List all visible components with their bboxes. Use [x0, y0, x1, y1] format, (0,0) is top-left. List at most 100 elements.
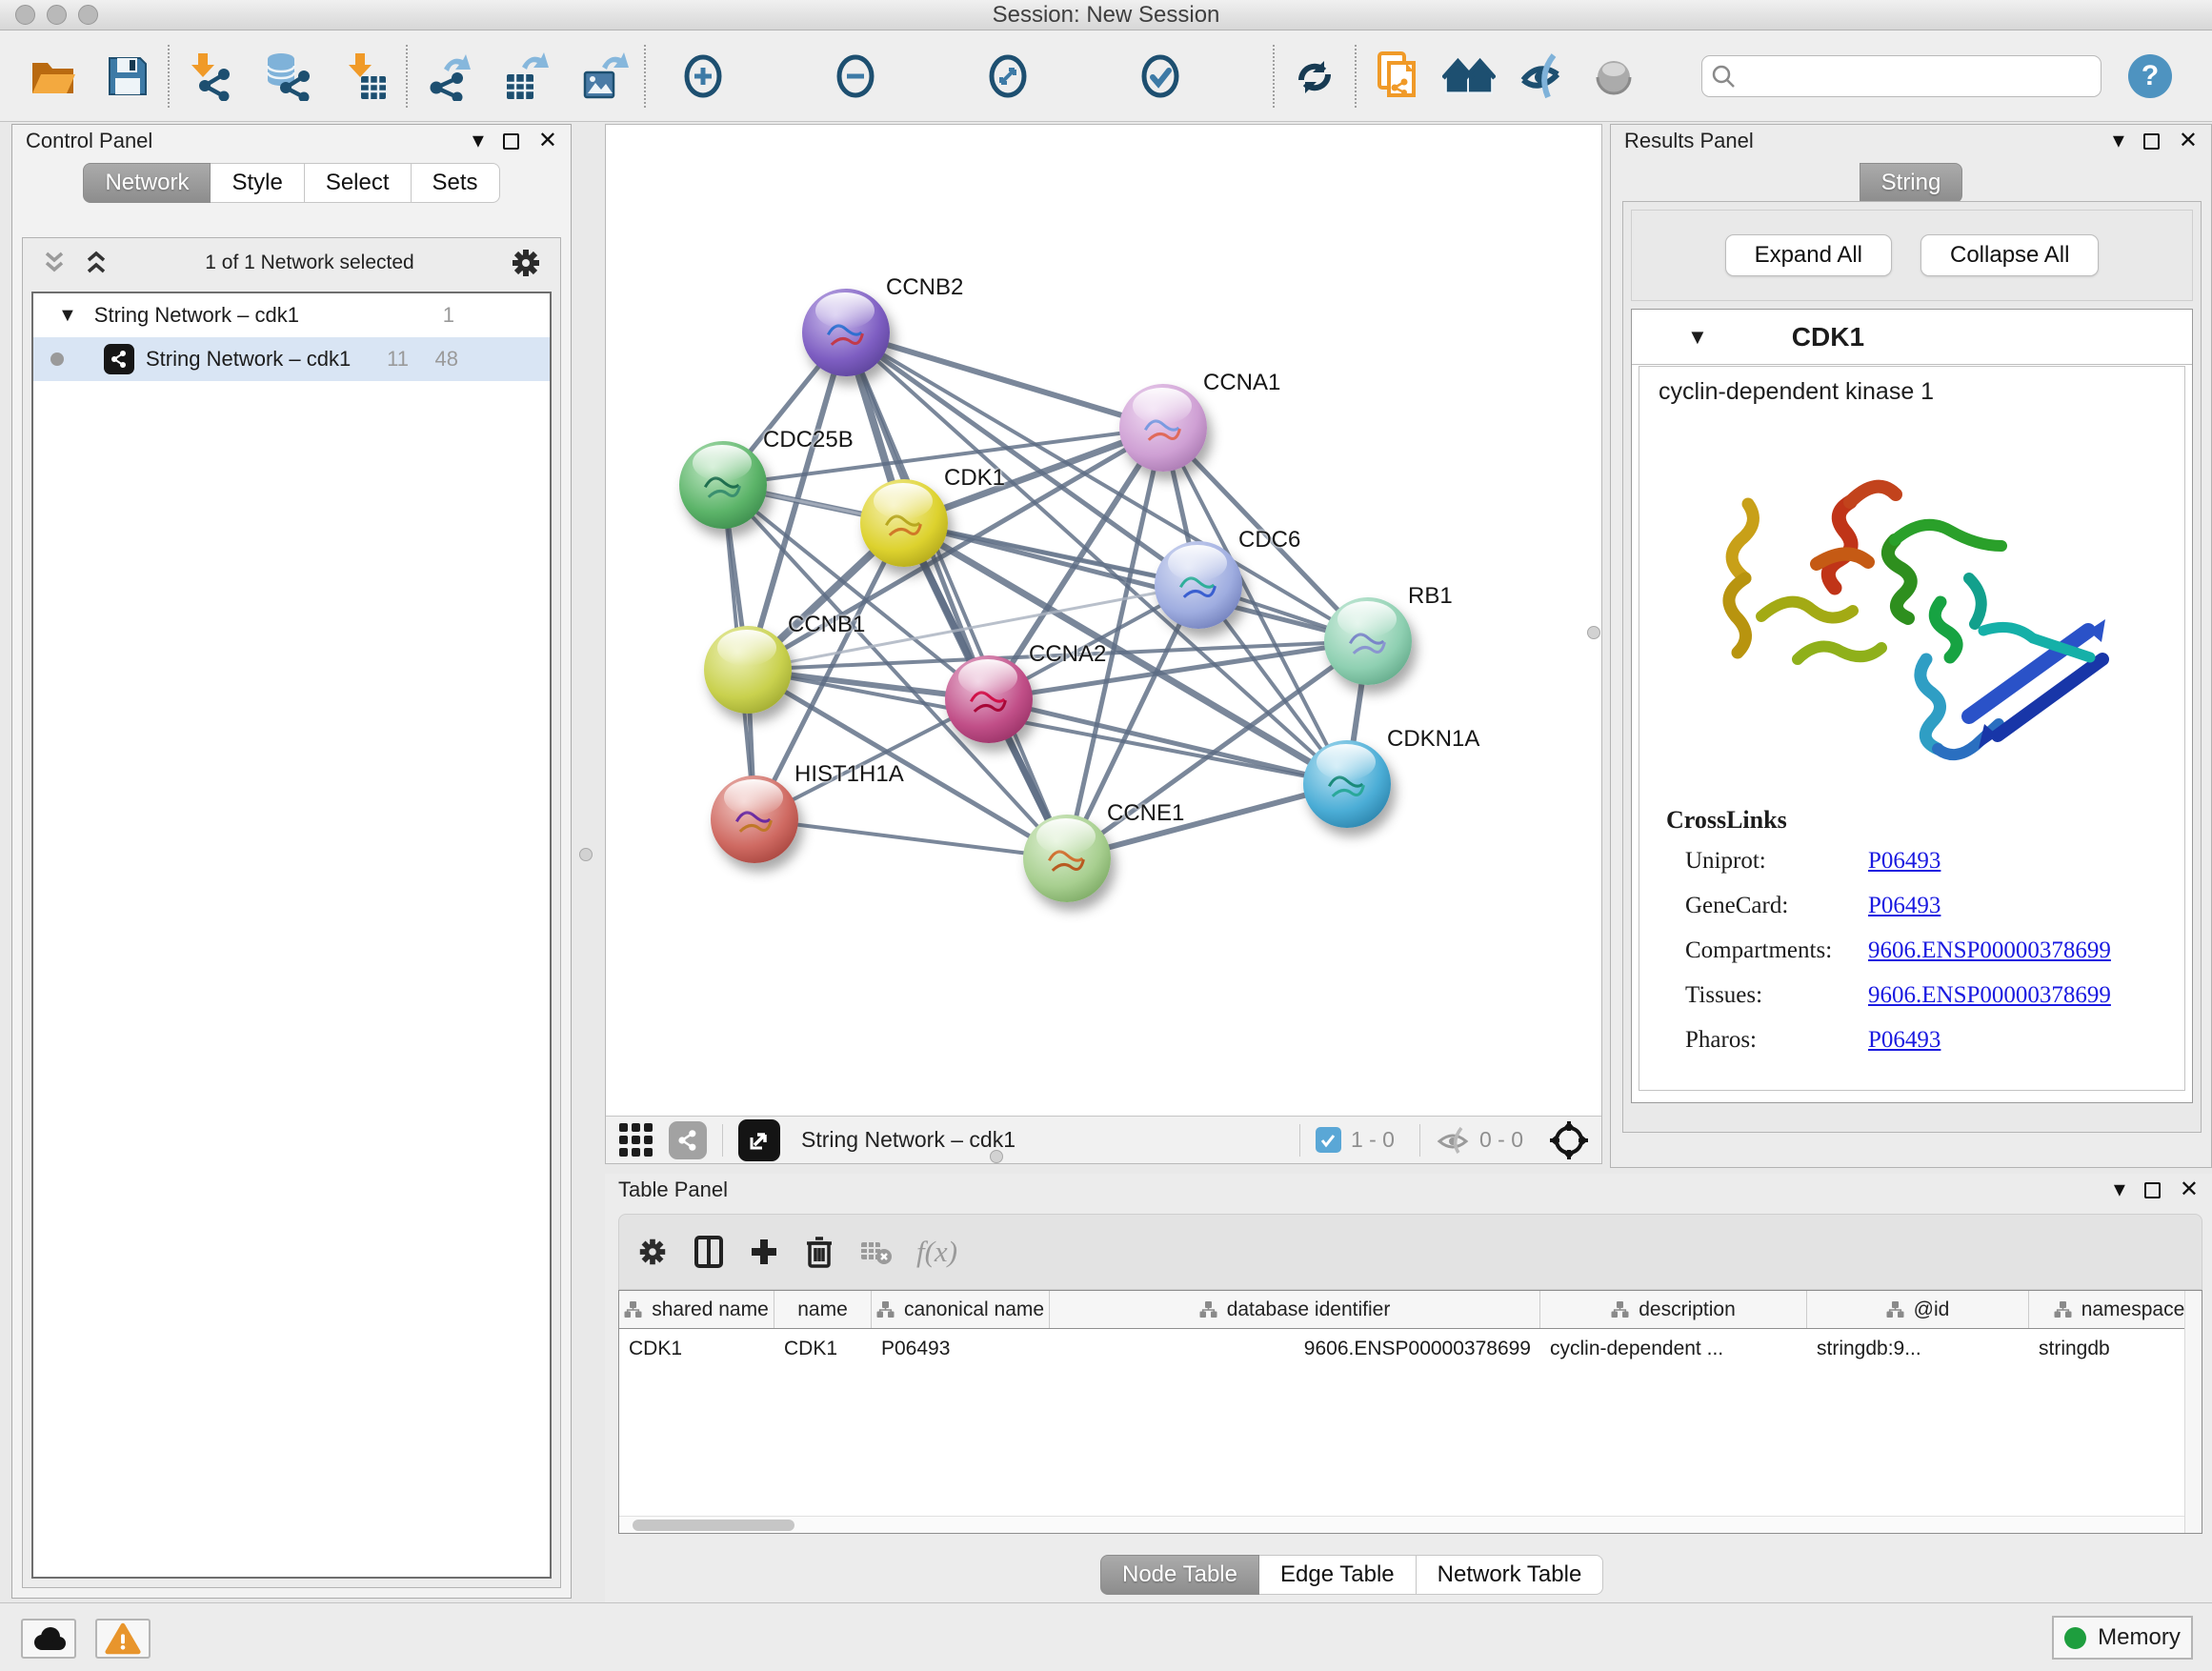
float-panel-icon[interactable] — [503, 133, 519, 150]
hidden-eye-icon[interactable] — [1436, 1126, 1470, 1155]
network-collection-row[interactable]: ▼ String Network – cdk1 1 — [33, 293, 550, 337]
hide-selected-button[interactable] — [1515, 46, 1568, 107]
column-header-shared-name[interactable]: shared name — [619, 1291, 774, 1328]
help-button[interactable]: ? — [2128, 54, 2172, 98]
show-all-nodes-button[interactable] — [1442, 46, 1496, 107]
float-panel-icon[interactable] — [2144, 1182, 2161, 1198]
network-node-CCNE1[interactable] — [1023, 815, 1111, 902]
node-label-CCNA1: CCNA1 — [1203, 370, 1280, 396]
show-hidden-button[interactable] — [1587, 46, 1640, 107]
table-horizontal-scrollbar[interactable] — [619, 1516, 2184, 1533]
network-node-CCNA2[interactable] — [945, 655, 1033, 743]
close-panel-icon[interactable]: ✕ — [2180, 1178, 2199, 1201]
network-edge[interactable] — [754, 819, 1067, 858]
open-session-button[interactable] — [27, 46, 80, 107]
crosslink-link[interactable]: P06493 — [1868, 893, 1941, 919]
collapse-all-button[interactable]: Collapse All — [1920, 234, 2099, 276]
collapse-icon[interactable]: ▼ — [58, 305, 77, 327]
network-node-CDC25B[interactable] — [679, 441, 767, 529]
crosshair-icon[interactable] — [1548, 1119, 1590, 1161]
scrollbar-thumb[interactable] — [633, 1520, 794, 1531]
network-node-RB1[interactable] — [1324, 597, 1412, 685]
column-header-name[interactable]: name — [774, 1291, 872, 1328]
node-label-CCNB1: CCNB1 — [788, 612, 865, 638]
column-header--id[interactable]: @id — [1807, 1291, 2029, 1328]
import-network-from-database-button[interactable] — [261, 46, 314, 107]
table-vertical-scrollbar[interactable] — [2184, 1291, 2202, 1533]
collapse-icon[interactable]: ▼ — [1687, 325, 1708, 350]
collapse-all-icon[interactable] — [40, 249, 69, 277]
network-row[interactable]: String Network – cdk1 11 48 — [33, 337, 550, 381]
tab-sets[interactable]: Sets — [412, 163, 500, 203]
zoom-selected-button[interactable] — [1134, 46, 1187, 107]
zoom-out-button[interactable] — [829, 46, 882, 107]
selected-checkbox-icon[interactable] — [1316, 1127, 1341, 1153]
crosslink-link[interactable]: P06493 — [1868, 848, 1941, 875]
zoom-fit-button[interactable] — [981, 46, 1035, 107]
import-network-file-button[interactable] — [183, 46, 236, 107]
search-input[interactable] — [1701, 55, 2101, 97]
network-node-CCNB1[interactable] — [704, 626, 792, 714]
expand-all-icon[interactable] — [82, 249, 111, 277]
apply-layout-button[interactable] — [1288, 46, 1341, 107]
network-view-icon[interactable] — [669, 1121, 707, 1159]
float-panel-icon[interactable] — [2143, 133, 2160, 150]
memory-button[interactable]: Memory — [2052, 1616, 2193, 1660]
function-builder-icon[interactable]: f(x) — [916, 1235, 957, 1269]
column-header-canonical-name[interactable]: canonical name — [872, 1291, 1050, 1328]
delete-column-icon[interactable] — [804, 1235, 835, 1269]
tab-style[interactable]: Style — [211, 163, 304, 203]
crosslink-link[interactable]: 9606.ENSP00000378699 — [1868, 937, 2111, 964]
search-icon — [1711, 64, 1736, 89]
birds-eye-view-toggle[interactable] — [738, 1119, 780, 1161]
tab-network-table[interactable]: Network Table — [1417, 1555, 1604, 1595]
add-column-icon[interactable] — [749, 1237, 779, 1267]
save-session-button[interactable] — [101, 46, 154, 107]
export-image-button[interactable] — [577, 46, 631, 107]
entry-header[interactable]: ▼ CDK1 — [1632, 310, 2192, 365]
right-splitter-handle[interactable] — [1587, 626, 1600, 639]
tab-edge-table[interactable]: Edge Table — [1259, 1555, 1417, 1595]
gear-icon[interactable] — [509, 246, 543, 280]
tab-string[interactable]: String — [1860, 163, 1963, 203]
expand-all-button[interactable]: Expand All — [1725, 234, 1892, 276]
panel-menu-icon[interactable]: ▾ — [473, 130, 484, 152]
column-header-database-identifier[interactable]: database identifier — [1050, 1291, 1540, 1328]
table-row[interactable]: CDK1CDK1P064939606.ENSP00000378699cyclin… — [619, 1329, 2202, 1369]
bottom-splitter-handle[interactable] — [990, 1150, 1003, 1163]
copy-style-button[interactable] — [1370, 46, 1423, 107]
network-canvas[interactable]: CCNB2 CCNA1 CDC25B CDK1 — [606, 125, 1601, 1117]
grid-view-icon[interactable] — [617, 1121, 655, 1159]
network-node-CCNA1[interactable] — [1119, 384, 1207, 472]
tab-select[interactable]: Select — [305, 163, 412, 203]
close-panel-icon[interactable]: ✕ — [538, 130, 557, 152]
crosslink-link[interactable]: 9606.ENSP00000378699 — [1868, 982, 2111, 1009]
tab-node-table[interactable]: Node Table — [1100, 1555, 1259, 1595]
select-columns-icon[interactable] — [694, 1235, 724, 1269]
export-table-button[interactable] — [499, 46, 553, 107]
search-field[interactable] — [1701, 55, 2101, 97]
network-node-CDC6[interactable] — [1155, 541, 1242, 629]
separator — [1299, 1124, 1300, 1157]
network-node-CCNB2[interactable] — [802, 289, 890, 376]
export-network-button[interactable] — [421, 46, 474, 107]
network-edge[interactable] — [846, 332, 1163, 428]
import-table-file-button[interactable] — [339, 46, 392, 107]
panel-menu-icon[interactable]: ▾ — [2114, 1178, 2125, 1201]
panel-menu-icon[interactable]: ▾ — [2113, 130, 2124, 152]
left-splitter-handle[interactable] — [579, 848, 593, 861]
column-header-namespace[interactable]: namespace — [2029, 1291, 2202, 1328]
network-node-HIST1H1A[interactable] — [711, 775, 798, 863]
gear-icon[interactable] — [636, 1236, 669, 1268]
network-node-CDK1[interactable] — [860, 479, 948, 567]
close-panel-icon[interactable]: ✕ — [2179, 130, 2198, 152]
crosslink-link[interactable]: P06493 — [1868, 1027, 1941, 1054]
warnings-button[interactable] — [95, 1619, 151, 1659]
tab-network[interactable]: Network — [83, 163, 211, 203]
delete-table-icon[interactable] — [859, 1238, 892, 1265]
cloud-status-button[interactable] — [21, 1619, 76, 1659]
column-header-description[interactable]: description — [1540, 1291, 1807, 1328]
network-node-CDKN1A[interactable] — [1303, 740, 1391, 828]
table-cell: 9606.ENSP00000378699 — [1050, 1338, 1540, 1360]
zoom-in-button[interactable] — [676, 46, 730, 107]
